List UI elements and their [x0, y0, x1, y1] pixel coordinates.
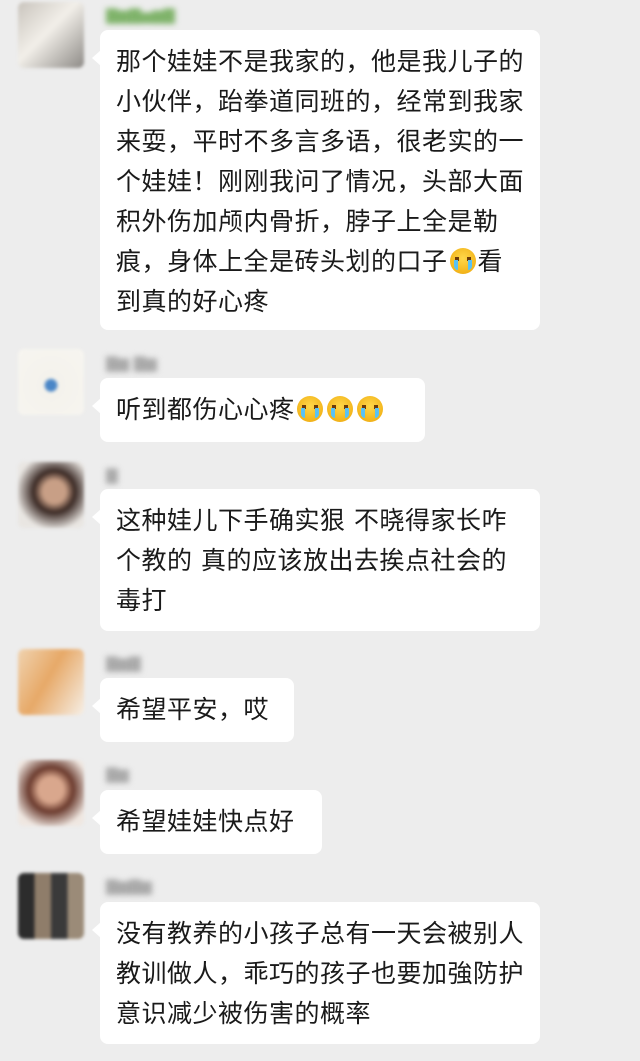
message-bubble[interactable]: 听到都伤心心疼 — [92, 378, 425, 442]
message-text: 希望娃娃快点好 — [116, 807, 295, 836]
sender-name: ▇▆▇▅▆▇ — [106, 6, 176, 24]
message-bubble[interactable]: 没有教养的小孩子总有一天会被别人教训做人，乖巧的孩子也要加強防护意识减少被伤害的… — [92, 902, 540, 1044]
avatar[interactable] — [18, 760, 84, 826]
message-text: 那个娃娃不是我家的，他是我儿子的小伙伴，跆拳道同班的，经常到我家来耍，平时不多言… — [116, 47, 525, 276]
message-bubble[interactable]: 这种娃儿下手确实狠 不晓得家长咋个教的 真的应该放出去挨点社会的毒打 — [92, 489, 540, 631]
avatar[interactable] — [18, 349, 84, 415]
message-bubble[interactable]: 希望平安，哎 — [92, 678, 294, 742]
message-text: 没有教养的小孩子总有一天会被别人教训做人，乖巧的孩子也要加強防护意识减少被伤害的… — [116, 919, 525, 1028]
avatar[interactable] — [18, 649, 84, 715]
crying-face-icon — [326, 396, 353, 422]
crying-face-icon — [356, 396, 383, 422]
sender-name: ▇▆▇▆ — [106, 877, 153, 895]
message-bubble[interactable]: 那个娃娃不是我家的，他是我儿子的小伙伴，跆拳道同班的，经常到我家来耍，平时不多言… — [92, 30, 540, 330]
avatar[interactable] — [18, 2, 84, 68]
message-text: 这种娃儿下手确实狠 不晓得家长咋个教的 真的应该放出去挨点社会的毒打 — [116, 506, 507, 615]
crying-face-icon — [449, 248, 476, 274]
sender-name: ▇▆ — [106, 765, 130, 783]
sender-name: ▇▆▇ — [106, 654, 141, 672]
crying-face-icon — [296, 396, 323, 422]
message-bubble[interactable]: 希望娃娃快点好 — [92, 790, 322, 854]
avatar[interactable] — [18, 462, 84, 528]
sender-name: ▇▆ ▇▆ — [106, 354, 157, 372]
message-text: 希望平安，哎 — [116, 695, 270, 724]
message-text: 听到都伤心心疼 — [116, 395, 295, 424]
sender-name: ▇ — [106, 466, 118, 484]
avatar[interactable] — [18, 873, 84, 939]
